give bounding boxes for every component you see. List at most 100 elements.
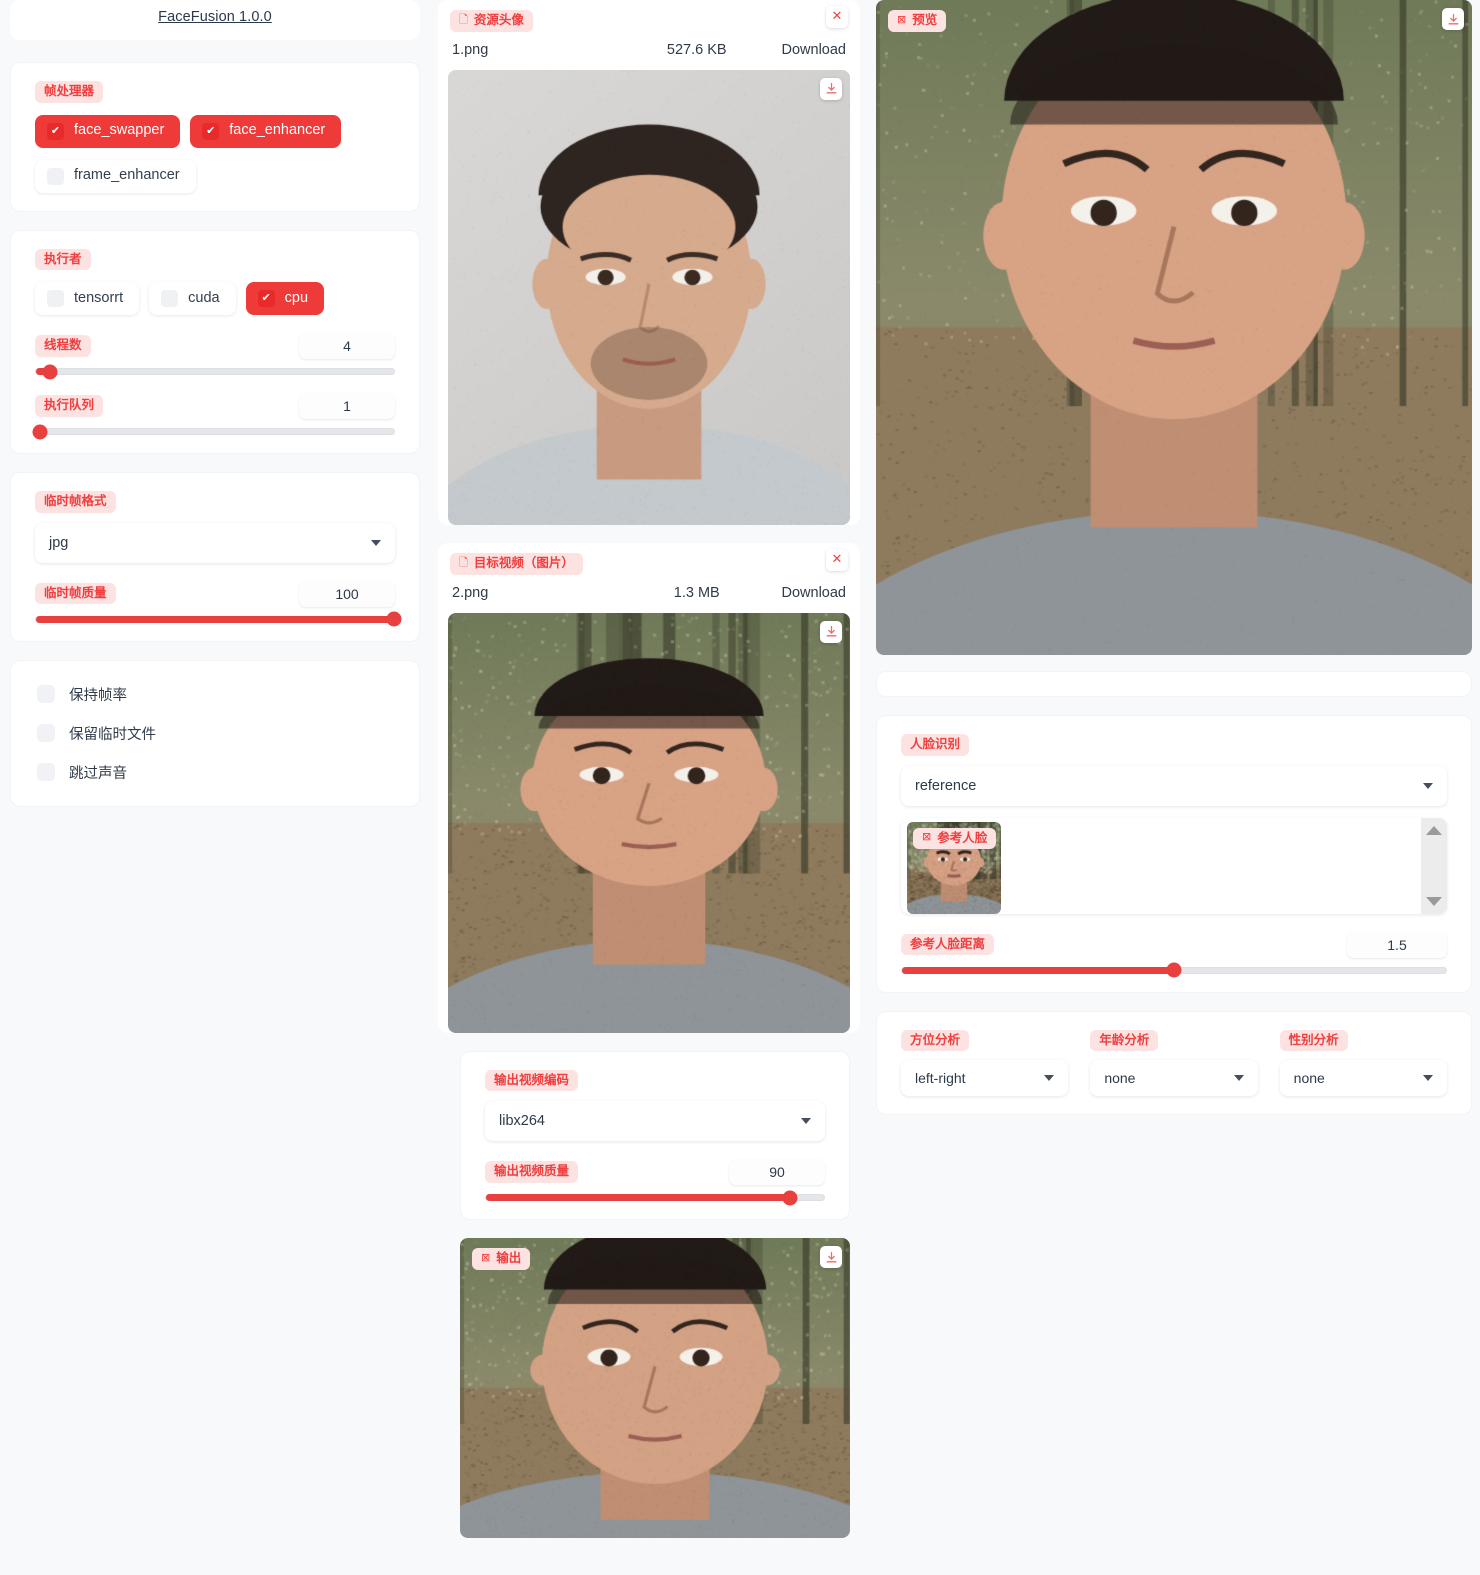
chevron-down-icon (1044, 1075, 1055, 1081)
gender-analysis-select[interactable]: none (1279, 1060, 1447, 1096)
queue-count-label: 执行队列 (35, 395, 104, 417)
checkbox-icon: ✔ (257, 290, 275, 307)
checkbox-icon (37, 685, 55, 703)
checkbox-label: cpu (284, 289, 309, 306)
reference-face-distance-slider[interactable] (901, 962, 1447, 978)
checkbox-icon: ✔ (47, 290, 64, 307)
chevron-down-icon (371, 539, 381, 546)
chevron-down-icon (1423, 782, 1433, 789)
output-label: ⊠ 输出 (472, 1248, 531, 1270)
app-title-panel: FaceFusion 1.0.0 (10, 0, 420, 40)
checkbox-label: cuda (188, 289, 220, 306)
target-file-label: 🗋 目标视频（图片） (450, 553, 583, 575)
checkbox-label: face_swapper (74, 122, 165, 139)
target-file-meta: 2.png 1.3 MB Download (438, 575, 860, 613)
output-encoder-select[interactable]: libx264 (485, 1101, 825, 1141)
age-analysis-group: 年龄分析 none (1090, 1029, 1258, 1096)
age-analysis-select[interactable]: none (1090, 1060, 1258, 1096)
checkbox-icon: ✔ (161, 290, 179, 307)
thread-count-value[interactable]: 4 (299, 333, 395, 359)
target-image[interactable] (448, 612, 850, 1033)
checkbox-cpu[interactable]: ✔ cpu (245, 282, 325, 315)
left-settings-column: FaceFusion 1.0.0 帧处理器 ✔ face_swapper ✔ f… (0, 0, 430, 825)
source-file-panel: 🗋 资源头像 ✕ 1.png 527.6 KB Download (438, 0, 860, 525)
direction-analysis-value: left-right (915, 1070, 966, 1086)
file-icon: 🗋 (459, 14, 468, 26)
source-image[interactable] (448, 69, 850, 525)
direction-analysis-label: 方位分析 (901, 1029, 970, 1051)
output-quality-slider[interactable] (485, 1190, 825, 1205)
temp-frame-format-value: jpg (49, 534, 69, 551)
temp-frame-format-select[interactable]: jpg (35, 522, 395, 563)
download-icon[interactable] (820, 1246, 842, 1268)
output-encoder-value: libx264 (499, 1113, 545, 1129)
reference-face-distance-value[interactable]: 1.5 (1347, 931, 1447, 958)
direction-analysis-select[interactable]: left-right (901, 1060, 1069, 1096)
checkbox-keep-fps[interactable]: 保持帧率 (33, 675, 397, 714)
checkbox-tensorrt[interactable]: ✔ tensorrt (35, 282, 140, 315)
temp-frame-panel: 临时帧格式 jpg 临时帧质量 100 (10, 472, 420, 642)
output-encoder-label: 输出视频编码 (485, 1069, 579, 1091)
checkbox-label: frame_enhancer (74, 167, 180, 184)
checkbox-label: 跳过声音 (69, 765, 127, 782)
preview-label: ⊠ 预览 (888, 10, 947, 32)
temp-frame-format-label: 临时帧格式 (35, 491, 116, 513)
age-analysis-label: 年龄分析 (1090, 1029, 1159, 1051)
direction-analysis-group: 方位分析 left-right (901, 1029, 1069, 1096)
target-download-link[interactable]: Download (782, 585, 847, 601)
output-image[interactable]: ⊠ 输出 (460, 1238, 850, 1538)
gender-analysis-value: none (1293, 1070, 1325, 1086)
execution-panel: 执行者 ✔ tensorrt ✔ cuda ✔ cpu 线程数 4 (10, 229, 420, 454)
checkbox-icon: ✔ (47, 167, 64, 185)
misc-options-panel: 保持帧率 保留临时文件 跳过声音 (10, 659, 420, 807)
chevron-up-icon[interactable] (1426, 825, 1442, 835)
checkbox-keep-temp[interactable]: 保留临时文件 (33, 714, 397, 753)
source-download-link[interactable]: Download (782, 42, 847, 58)
checkbox-frame-enhancer[interactable]: ✔ frame_enhancer (35, 159, 196, 193)
thread-count-slider[interactable] (35, 364, 395, 379)
temp-frame-quality-label: 临时帧质量 (35, 582, 116, 605)
checkbox-face-enhancer[interactable]: ✔ face_enhancer (190, 114, 342, 148)
checkbox-icon: ✔ (202, 122, 220, 140)
temp-frame-quality-slider[interactable] (35, 611, 402, 627)
chevron-down-icon (1233, 1075, 1244, 1081)
chevron-down-icon[interactable] (1426, 896, 1442, 906)
checkbox-cuda[interactable]: ✔ cuda (149, 282, 236, 315)
preview-image[interactable]: ⊠ 预览 (876, 0, 1472, 655)
download-icon[interactable] (1442, 8, 1464, 30)
thread-count-label: 线程数 (35, 335, 91, 357)
reference-face-gallery[interactable]: ⊠ 参考人脸 (901, 817, 1447, 914)
source-clear-button[interactable]: ✕ (826, 6, 848, 28)
face-recognition-select[interactable]: reference (901, 765, 1447, 806)
reference-face-distance-field: 参考人脸距离 1.5 (901, 931, 1447, 978)
temp-frame-quality-value[interactable]: 100 (299, 580, 395, 607)
source-file-label: 🗋 资源头像 (450, 10, 533, 32)
checkbox-icon: ✔ (47, 122, 64, 140)
temp-frame-quality-field: 临时帧质量 100 (35, 580, 402, 627)
target-clear-button[interactable]: ✕ (826, 548, 848, 571)
queue-count-slider[interactable] (32, 424, 395, 439)
checkbox-label: tensorrt (74, 289, 124, 306)
face-recognition-value: reference (915, 777, 977, 794)
age-analysis-value: none (1104, 1070, 1136, 1086)
checkbox-skip-audio[interactable]: 跳过声音 (33, 753, 397, 792)
checkbox-icon (37, 763, 55, 781)
target-file-header: 🗋 目标视频（图片） ✕ (438, 543, 860, 575)
app-title-link[interactable]: FaceFusion 1.0.0 (158, 9, 272, 25)
image-icon: ⊠ (481, 1251, 491, 1264)
source-file-header: 🗋 资源头像 ✕ (438, 0, 860, 32)
download-icon[interactable] (820, 620, 842, 643)
output-quality-value[interactable]: 90 (729, 1159, 825, 1185)
execution-provider-label: 执行者 (35, 248, 91, 270)
checkbox-face-swapper[interactable]: ✔ face_swapper (35, 114, 181, 148)
right-preview-column: ⊠ 预览 人脸识别 reference ⊠ 参考人脸 参考人脸距离 1.5 方位… (868, 0, 1480, 1133)
queue-count-value[interactable]: 1 (299, 393, 395, 419)
source-file-size: 527.6 KB (666, 41, 727, 58)
download-icon[interactable] (820, 77, 842, 100)
preview-frame-slider-panel (876, 671, 1472, 697)
image-icon: ⊠ (922, 831, 932, 844)
gender-analysis-group: 性别分析 none (1279, 1029, 1447, 1096)
target-file-size: 1.3 MB (673, 584, 720, 601)
middle-media-column: 🗋 资源头像 ✕ 1.png 527.6 KB Download 🗋 目标视频（… (434, 0, 864, 1538)
gallery-scrollbar[interactable] (1421, 817, 1447, 914)
